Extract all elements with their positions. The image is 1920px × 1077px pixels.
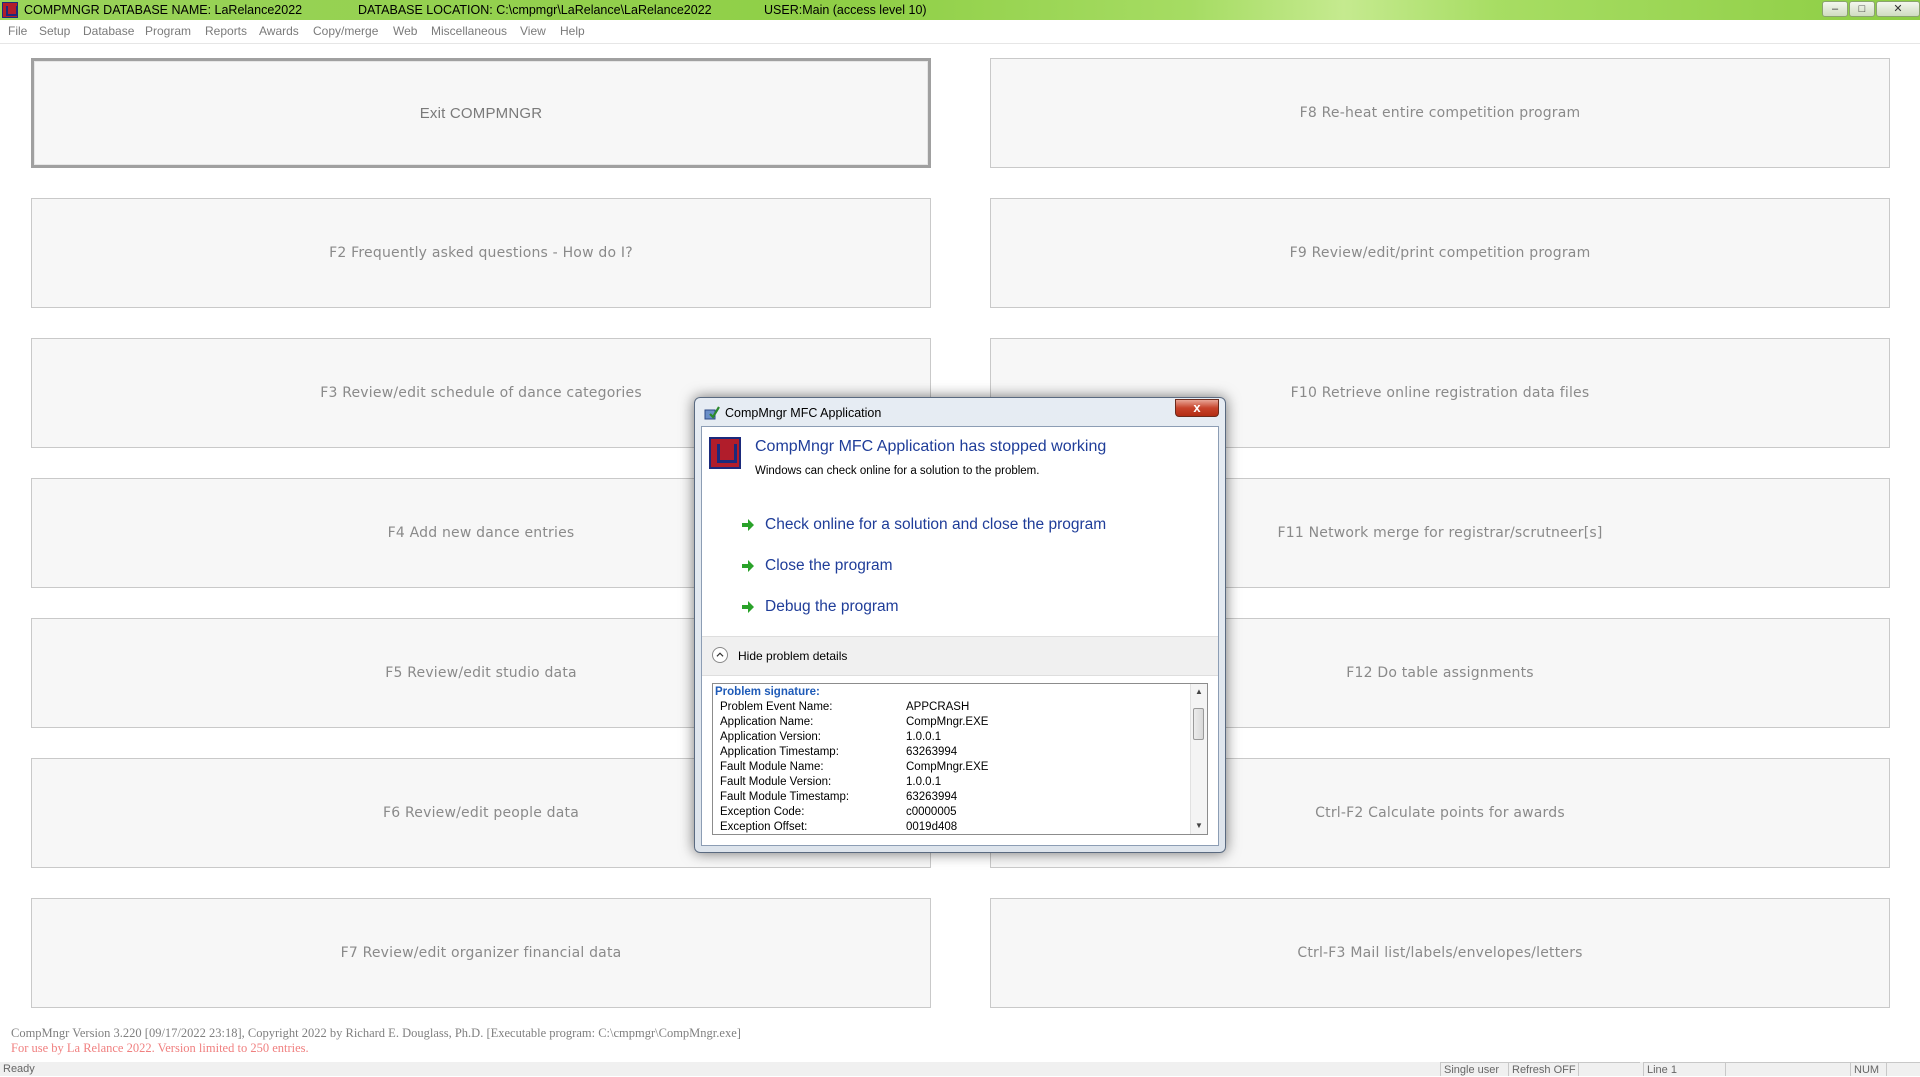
status-blank-2 xyxy=(1725,1062,1850,1076)
scroll-up-icon[interactable]: ▲ xyxy=(1192,685,1206,699)
close-program-option[interactable]: Close the program xyxy=(742,557,893,575)
scroll-thumb[interactable] xyxy=(1193,708,1204,740)
menu-bar: File Setup Database Program Reports Awar… xyxy=(0,20,1920,44)
details-scrollbar[interactable]: ▲ ▼ xyxy=(1190,684,1207,834)
minimize-icon[interactable]: – xyxy=(1822,1,1848,17)
check-online-label: Check online for a solution and close th… xyxy=(765,516,1107,533)
user-info: USER:Main (access level 10) xyxy=(764,3,927,17)
details-toggle-bar[interactable]: Hide problem details xyxy=(702,636,1218,676)
check-online-option[interactable]: Check online for a solution and close th… xyxy=(742,516,1107,534)
status-blank xyxy=(1578,1062,1640,1076)
problem-details-box[interactable]: Problem signature: Problem Event Name: AP… xyxy=(712,683,1208,835)
menu-reports[interactable]: Reports xyxy=(205,20,247,43)
debug-program-label: Debug the program xyxy=(765,598,899,615)
financial-data-button[interactable]: F7 Review/edit organizer financial data xyxy=(31,898,931,1008)
dialog-subtext: Windows can check online for a solution … xyxy=(755,465,1040,477)
mail-list-button[interactable]: Ctrl-F3 Mail list/labels/envelopes/lette… xyxy=(990,898,1890,1008)
status-num: NUM xyxy=(1850,1062,1886,1076)
dialog-body: CompMngr MFC Application has stopped wor… xyxy=(701,426,1219,846)
crash-dialog: CompMngr MFC Application x CompMngr MFC … xyxy=(694,397,1226,853)
title-bar: COMPMNGR DATABASE NAME: LaRelance2022 DA… xyxy=(0,0,1920,20)
database-name: COMPMNGR DATABASE NAME: LaRelance2022 xyxy=(24,3,303,17)
menu-help[interactable]: Help xyxy=(560,20,585,43)
status-mode: Single user xyxy=(1440,1062,1508,1076)
dialog-close-icon[interactable]: x xyxy=(1175,399,1219,417)
debug-program-option[interactable]: Debug the program xyxy=(742,598,899,616)
status-line: Line 1 xyxy=(1643,1062,1725,1076)
menu-setup[interactable]: Setup xyxy=(39,20,70,43)
menu-miscellaneous[interactable]: Miscellaneous xyxy=(431,20,507,43)
chevron-up-icon[interactable] xyxy=(712,647,728,663)
compmngr-logo-icon xyxy=(709,437,741,469)
exit-button[interactable]: Exit COMPMNGR xyxy=(31,58,931,168)
window-controls: – □ ✕ xyxy=(1821,0,1920,18)
database-location: DATABASE LOCATION: C:\cmpmgr\LaRelance\L… xyxy=(358,3,712,17)
arrow-right-icon xyxy=(742,519,754,531)
version-info: CompMngr Version 3.220 [09/17/2022 23:18… xyxy=(11,1026,741,1040)
review-program-button[interactable]: F9 Review/edit/print competition program xyxy=(990,198,1890,308)
status-refresh: Refresh OFF xyxy=(1508,1062,1578,1076)
arrow-right-icon xyxy=(742,601,754,613)
faq-button[interactable]: F2 Frequently asked questions - How do I… xyxy=(31,198,931,308)
menu-file[interactable]: File xyxy=(8,20,27,43)
signature-header: Problem signature: xyxy=(715,686,820,698)
license-info: For use by La Relance 2022. Version limi… xyxy=(11,1041,309,1055)
status-bar: Ready Single user Refresh OFF Line 1 NUM xyxy=(0,1062,1920,1076)
arrow-right-icon xyxy=(742,560,754,572)
scroll-down-icon[interactable]: ▼ xyxy=(1192,819,1206,833)
menu-database[interactable]: Database xyxy=(83,20,134,43)
status-ready: Ready xyxy=(3,1063,35,1075)
reheat-program-button[interactable]: F8 Re-heat entire competition program xyxy=(990,58,1890,168)
status-blank-3 xyxy=(1886,1062,1920,1076)
dialog-heading: CompMngr MFC Application has stopped wor… xyxy=(755,438,1107,455)
maximize-icon[interactable]: □ xyxy=(1849,1,1875,17)
menu-program[interactable]: Program xyxy=(145,20,191,43)
menu-awards[interactable]: Awards xyxy=(259,20,299,43)
dialog-title: CompMngr MFC Application xyxy=(725,406,882,420)
close-program-label: Close the program xyxy=(765,557,893,574)
menu-copy-merge[interactable]: Copy/merge xyxy=(313,20,378,43)
dialog-app-icon xyxy=(704,406,720,420)
hide-details-label: Hide problem details xyxy=(738,649,848,663)
app-icon[interactable] xyxy=(2,2,18,18)
close-icon[interactable]: ✕ xyxy=(1876,1,1920,17)
menu-view[interactable]: View xyxy=(520,20,546,43)
menu-web[interactable]: Web xyxy=(393,20,417,43)
